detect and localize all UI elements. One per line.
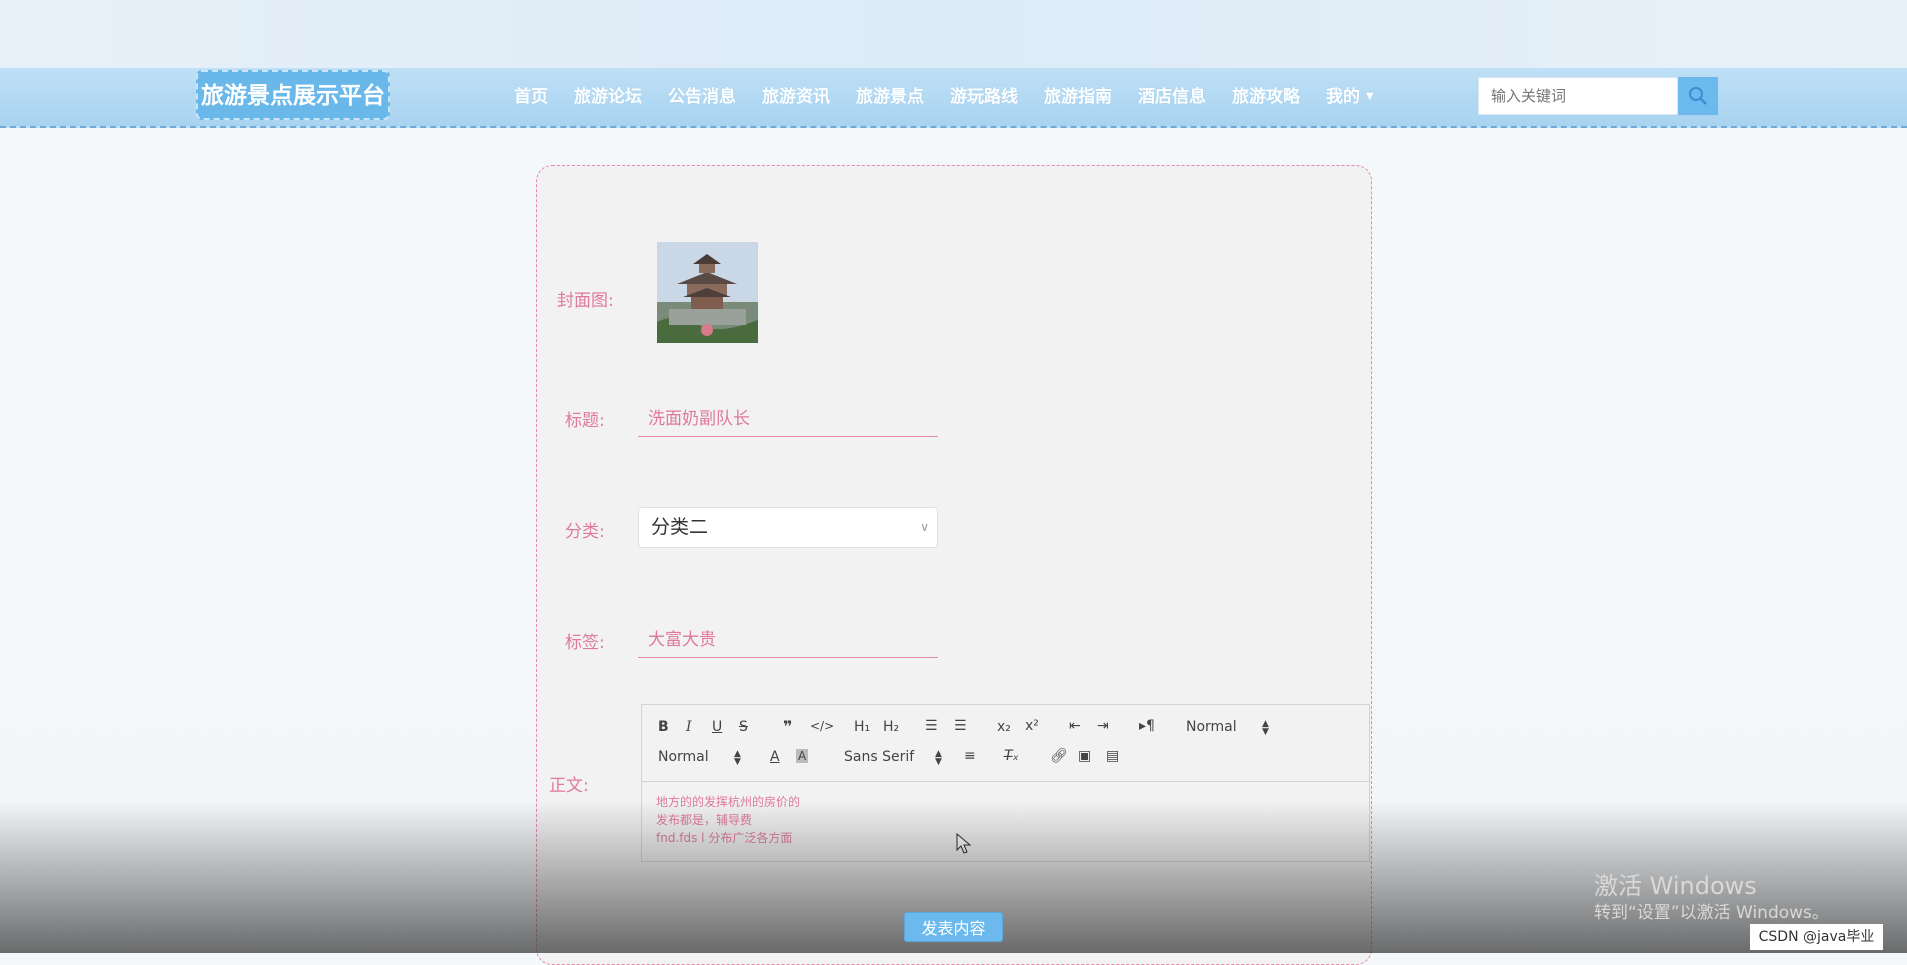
chevron-down-icon: ∨ [920,520,929,534]
nav-item-home[interactable]: 首页 [514,68,548,126]
ordered-list-icon[interactable]: ☰ [925,718,938,734]
picker-arrows-icon: ▲ ▼ [935,749,942,767]
title-input[interactable]: 洗面奶副队长 [638,401,938,437]
top-banner [0,0,1907,68]
nav-item-strategies[interactable]: 旅游攻略 [1232,68,1300,126]
category-select-value: 分类二 [651,516,709,538]
nav-item-attractions[interactable]: 旅游景点 [856,68,924,126]
image-icon[interactable]: ▣ [1078,748,1091,764]
blockquote-icon[interactable]: ❞ [783,717,792,736]
strikethrough-icon[interactable]: S [739,719,748,735]
italic-icon[interactable]: I [686,719,692,735]
bullet-list-icon[interactable]: ☰ [954,718,967,734]
nav-item-notices[interactable]: 公告消息 [668,68,736,126]
category-select[interactable]: 分类二 ∨ [638,507,938,548]
csdn-watermark: CSDN @java毕业 [1750,924,1883,950]
nav-menu: 首页 旅游论坛 公告消息 旅游资讯 旅游景点 游玩路线 旅游指南 酒店信息 旅游… [514,68,1400,126]
windows-activation-title: 激活 Windows [1594,872,1757,900]
text-color-icon[interactable]: A [770,749,780,765]
mouse-cursor-icon [956,833,972,854]
search-icon [1689,87,1707,105]
cover-label: 封面图: [557,291,614,311]
tags-label: 标签: [565,633,605,653]
category-label: 分类: [565,522,605,542]
video-icon[interactable]: ▤ [1106,748,1119,764]
superscript-icon[interactable]: x² [1025,718,1039,734]
pavilion-photo-icon [657,242,758,343]
editor-toolbar: B I U S ❞ </> H₁ H₂ ☰ ☰ x₂ x² ⇤ ⇥ ▸¶ Nor… [642,705,1369,782]
title-label: 标题: [565,411,605,431]
picker-arrows-icon: ▲ ▼ [734,749,741,767]
size-picker[interactable]: Normal ▲ ▼ [658,749,742,767]
align-icon[interactable]: ≡ [964,748,976,764]
editor-line: 地方的的发挥杭州的房价的 [656,795,801,809]
header-picker[interactable]: Normal ▲ ▼ [1186,719,1270,737]
nav-item-mine-label: 我的 [1326,87,1360,107]
header-picker-label: Normal [1186,719,1237,735]
site-logo[interactable]: 旅游景点展示平台 [196,70,390,120]
background-color-icon[interactable]: A [796,749,809,763]
rich-text-editor: B I U S ❞ </> H₁ H₂ ☰ ☰ x₂ x² ⇤ ⇥ ▸¶ Nor… [641,704,1370,862]
font-picker-label: Sans Serif [844,749,915,765]
tags-input[interactable]: 大富大贵 [638,622,938,658]
outdent-icon[interactable]: ⇤ [1069,718,1081,734]
nav-item-news[interactable]: 旅游资讯 [762,68,830,126]
indent-icon[interactable]: ⇥ [1097,718,1109,734]
picker-arrows-icon: ▲ ▼ [1262,719,1269,737]
subscript-icon[interactable]: x₂ [997,719,1011,735]
content-label: 正文: [549,776,589,796]
chevron-down-icon: ▼ [1366,91,1374,102]
search-button[interactable] [1678,77,1718,115]
bold-icon[interactable]: B [658,719,669,735]
text-direction-icon[interactable]: ▸¶ [1139,718,1155,734]
submit-button[interactable]: 发表内容 [904,912,1003,942]
nav-item-guide[interactable]: 旅游指南 [1044,68,1112,126]
nav-item-hotels[interactable]: 酒店信息 [1138,68,1206,126]
font-picker[interactable]: Sans Serif ▲ ▼ [844,749,944,767]
nav-item-routes[interactable]: 游玩路线 [950,68,1018,126]
size-picker-label: Normal [658,749,709,765]
editor-line: fnd.fds l 分布广泛各方面 [656,831,793,845]
editor-line: 发布都是，辅导费 [656,813,753,827]
heading2-icon[interactable]: H₂ [883,719,899,735]
heading1-icon[interactable]: H₁ [854,719,870,735]
nav-item-forum[interactable]: 旅游论坛 [574,68,642,126]
windows-activation-subtitle: 转到“设置”以激活 Windows。 [1594,903,1829,923]
cover-image[interactable] [657,242,758,343]
nav-item-mine[interactable]: 我的 ▼ [1326,68,1374,126]
search-input[interactable] [1478,77,1678,115]
link-icon[interactable]: 🔗︎ [1050,748,1068,764]
underline-icon[interactable]: U [712,719,722,735]
editor-content[interactable]: 地方的的发挥杭州的房价的 发布都是，辅导费 fnd.fds l 分布广泛各方面 [656,793,800,847]
code-block-icon[interactable]: </> [810,719,834,733]
clear-format-icon[interactable]: T̶ₓ [1004,748,1019,764]
